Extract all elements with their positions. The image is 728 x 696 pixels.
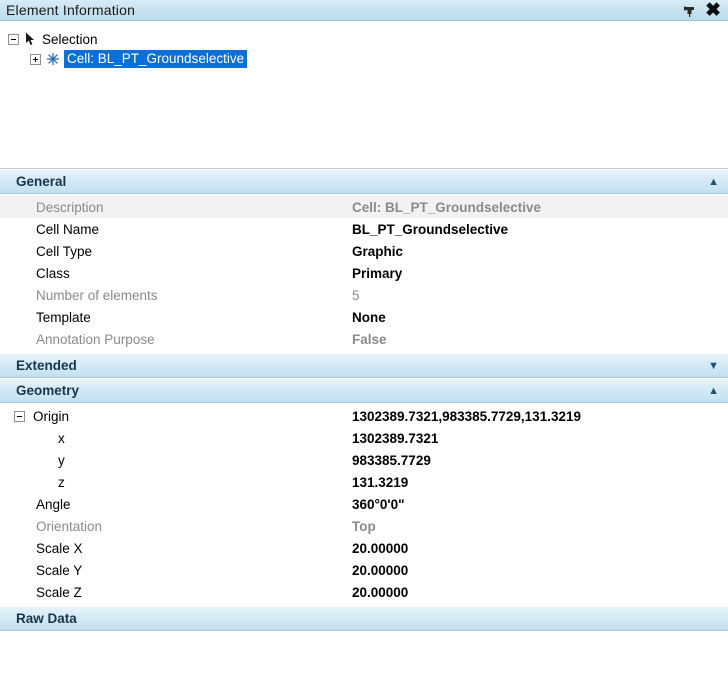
element-information-panel: Element Information ✖ Selection Cell: BL… (0, 0, 728, 696)
property-value[interactable]: 20.00000 (352, 541, 728, 556)
property-value[interactable]: 5 (352, 288, 728, 303)
tree-expander-icon[interactable] (8, 33, 19, 45)
property-row[interactable]: Orientation Top (0, 515, 728, 537)
property-row[interactable]: Origin 1302389.7321,983385.7729,131.3219 (0, 405, 728, 427)
property-row[interactable]: Description Cell: BL_PT_Groundselective (0, 196, 728, 218)
property-name: Cell Type (36, 243, 93, 259)
section-header-geometry[interactable]: Geometry ▲ (0, 378, 728, 403)
tree-label-selection: Selection (42, 31, 98, 47)
property-row[interactable]: Cell Name BL_PT_Groundselective (0, 218, 728, 240)
property-value[interactable]: 360°0'0" (352, 497, 728, 512)
property-value[interactable]: 20.00000 (352, 585, 728, 600)
property-value[interactable]: 20.00000 (352, 563, 728, 578)
property-name-label: Origin (33, 408, 70, 424)
pin-icon[interactable] (683, 3, 698, 18)
property-row[interactable]: Cell Type Graphic (0, 240, 728, 262)
property-row[interactable]: y 983385.7729 (0, 449, 728, 471)
property-row[interactable]: z 131.3219 (0, 471, 728, 493)
property-name: Cell Name (36, 221, 100, 237)
property-name: Orientation (36, 518, 103, 534)
property-value[interactable]: False (352, 332, 728, 347)
selection-tree[interactable]: Selection Cell: BL_PT_Groundselective (0, 21, 728, 169)
section-title-geometry: Geometry (16, 383, 80, 398)
property-value[interactable]: 131.3219 (352, 475, 728, 490)
property-row[interactable]: x 1302389.7321 (0, 427, 728, 449)
property-name: x (58, 430, 65, 446)
tree-row-cell[interactable]: Cell: BL_PT_Groundselective (8, 49, 728, 69)
property-name: Annotation Purpose (36, 331, 155, 347)
property-name: Scale Y (36, 562, 83, 578)
property-row[interactable]: Template None (0, 306, 728, 328)
property-row[interactable]: Angle 360°0'0" (0, 493, 728, 515)
property-value[interactable]: None (352, 310, 728, 325)
geometry-property-grid: Origin 1302389.7321,983385.7729,131.3219 x… (0, 403, 728, 606)
property-value[interactable]: 1302389.7321,983385.7729,131.3219 (352, 409, 728, 424)
property-name: Angle (36, 496, 71, 512)
close-icon[interactable]: ✖ (705, 1, 721, 20)
property-name: y (58, 452, 65, 468)
chevron-up-icon-geometry[interactable]: ▲ (708, 385, 719, 397)
property-row[interactable]: Number of elements 5 (0, 284, 728, 306)
chevron-up-icon-general[interactable]: ▲ (708, 176, 719, 188)
property-name: Scale X (36, 540, 83, 556)
titlebar-icons: ✖ (683, 1, 724, 20)
tree-row-selection[interactable]: Selection (8, 29, 728, 49)
section-title-general: General (16, 174, 67, 189)
section-header-general[interactable]: General ▲ (0, 169, 728, 194)
property-row[interactable]: Scale Z 20.00000 (0, 581, 728, 603)
property-value[interactable]: BL_PT_Groundselective (352, 222, 728, 237)
tree-expander-plus-icon[interactable] (30, 53, 41, 65)
property-name: Origin (0, 409, 352, 424)
section-title-raw-data: Raw Data (16, 611, 77, 626)
property-name: Class (36, 265, 70, 281)
section-header-extended[interactable]: Extended ▼ (0, 353, 728, 378)
property-name: Description (36, 199, 104, 215)
property-name: Scale Z (36, 584, 82, 600)
property-value[interactable]: Primary (352, 266, 728, 281)
arrow-cursor-icon (24, 32, 37, 46)
property-value[interactable]: 983385.7729 (352, 453, 728, 468)
tree-label-cell[interactable]: Cell: BL_PT_Groundselective (64, 50, 248, 68)
property-name: Number of elements (36, 287, 158, 303)
property-row[interactable]: Scale X 20.00000 (0, 537, 728, 559)
property-name: Template (36, 309, 91, 325)
section-header-raw-data[interactable]: Raw Data (0, 606, 728, 631)
property-row[interactable]: Class Primary (0, 262, 728, 284)
property-value[interactable]: Graphic (352, 244, 728, 259)
property-row[interactable]: Annotation Purpose False (0, 328, 728, 350)
star-icon (46, 52, 60, 66)
property-value[interactable]: Top (352, 519, 728, 534)
chevron-down-icon-extended[interactable]: ▼ (708, 360, 719, 372)
general-property-grid: Description Cell: BL_PT_Groundselective Ce… (0, 194, 728, 353)
property-row[interactable]: Scale Y 20.00000 (0, 559, 728, 581)
property-value[interactable]: Cell: BL_PT_Groundselective (352, 200, 728, 215)
property-name: z (58, 474, 65, 490)
panel-title: Element Information (6, 2, 136, 18)
section-title-extended: Extended (16, 358, 77, 373)
property-value[interactable]: 1302389.7321 (352, 431, 728, 446)
panel-titlebar: Element Information ✖ (0, 0, 728, 21)
tree-collapse-icon[interactable] (14, 410, 25, 422)
